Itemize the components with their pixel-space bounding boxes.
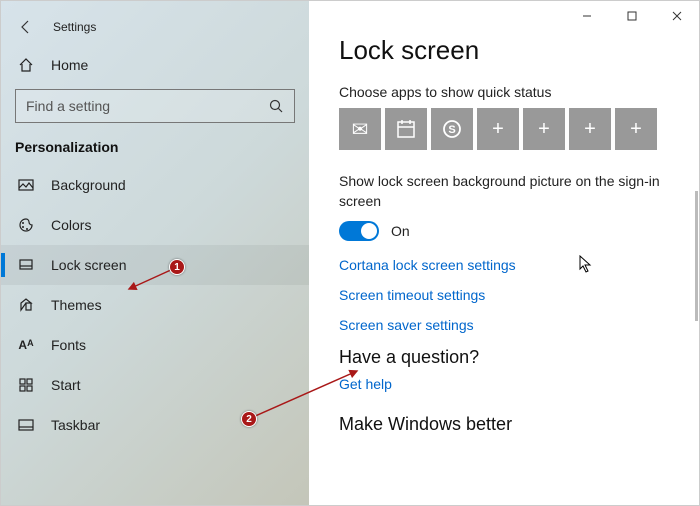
- mail-icon: ✉: [352, 117, 369, 142]
- colors-icon: [15, 217, 37, 233]
- show-lock-toggle[interactable]: [339, 221, 379, 241]
- toggle-state-label: On: [391, 223, 410, 239]
- page-title: Lock screen: [339, 35, 669, 66]
- nav-label: Taskbar: [51, 417, 100, 433]
- show-lock-desc: Show lock screen background picture on t…: [339, 172, 669, 211]
- sidebar-topbar: Settings: [1, 13, 309, 47]
- back-button[interactable]: [15, 16, 37, 38]
- search-box[interactable]: [15, 89, 295, 123]
- start-icon: [15, 377, 37, 393]
- add-tile[interactable]: +: [477, 108, 519, 150]
- add-icon: +: [630, 118, 642, 141]
- add-icon: +: [584, 118, 596, 141]
- maximize-button[interactable]: [609, 1, 654, 31]
- app-title: Settings: [53, 20, 96, 34]
- lock-screen-icon: [15, 257, 37, 273]
- calendar-tile[interactable]: [385, 108, 427, 150]
- themes-icon: [15, 297, 37, 313]
- add-tile[interactable]: +: [523, 108, 565, 150]
- link-timeout[interactable]: Screen timeout settings: [339, 287, 669, 303]
- add-icon: +: [538, 118, 550, 141]
- make-better-heading: Make Windows better: [339, 414, 669, 435]
- add-tile[interactable]: +: [615, 108, 657, 150]
- annotation-marker-1: 1: [169, 259, 185, 275]
- mouse-cursor: [579, 255, 593, 273]
- nav-label: Background: [51, 177, 126, 193]
- sidebar-item-fonts[interactable]: AA Fonts: [1, 325, 309, 365]
- link-screensaver[interactable]: Screen saver settings: [339, 317, 669, 333]
- mail-tile[interactable]: ✉: [339, 108, 381, 150]
- content-pane: Lock screen Choose apps to show quick st…: [309, 1, 699, 505]
- scrollbar[interactable]: [695, 191, 698, 321]
- sidebar-item-background[interactable]: Background: [1, 165, 309, 205]
- calendar-icon: [395, 118, 417, 140]
- svg-text:S: S: [448, 124, 455, 136]
- add-icon: +: [492, 118, 504, 141]
- nav-label: Colors: [51, 217, 91, 233]
- sidebar-item-lock-screen[interactable]: Lock screen: [1, 245, 309, 285]
- taskbar-icon: [15, 417, 37, 433]
- quick-status-tiles: ✉ S + + + +: [339, 108, 669, 150]
- link-get-help[interactable]: Get help: [339, 376, 669, 392]
- sidebar: Settings Home Personalization Background: [1, 1, 309, 505]
- nav-label: Fonts: [51, 337, 86, 353]
- settings-window: Settings Home Personalization Background: [0, 0, 700, 506]
- minimize-button[interactable]: [564, 1, 609, 31]
- sidebar-item-colors[interactable]: Colors: [1, 205, 309, 245]
- skype-tile[interactable]: S: [431, 108, 473, 150]
- section-title: Personalization: [1, 133, 309, 165]
- nav-label: Themes: [51, 297, 102, 313]
- annotation-marker-2: 2: [241, 411, 257, 427]
- home-label: Home: [51, 57, 88, 73]
- nav-label: Start: [51, 377, 81, 393]
- search-input[interactable]: [26, 98, 268, 114]
- nav-label: Lock screen: [51, 257, 126, 273]
- choose-apps-label: Choose apps to show quick status: [339, 84, 669, 100]
- skype-icon: S: [441, 118, 463, 140]
- home-icon: [15, 57, 37, 73]
- window-controls: [564, 1, 699, 31]
- sidebar-item-taskbar[interactable]: Taskbar: [1, 405, 309, 445]
- background-icon: [15, 177, 37, 193]
- fonts-icon: AA: [15, 338, 37, 352]
- link-cortana[interactable]: Cortana lock screen settings: [339, 257, 669, 273]
- search-icon: [268, 98, 284, 114]
- show-lock-toggle-row: On: [339, 221, 669, 241]
- sidebar-item-start[interactable]: Start: [1, 365, 309, 405]
- sidebar-item-themes[interactable]: Themes: [1, 285, 309, 325]
- add-tile[interactable]: +: [569, 108, 611, 150]
- home-nav[interactable]: Home: [1, 47, 309, 83]
- close-button[interactable]: [654, 1, 699, 31]
- question-heading: Have a question?: [339, 347, 669, 368]
